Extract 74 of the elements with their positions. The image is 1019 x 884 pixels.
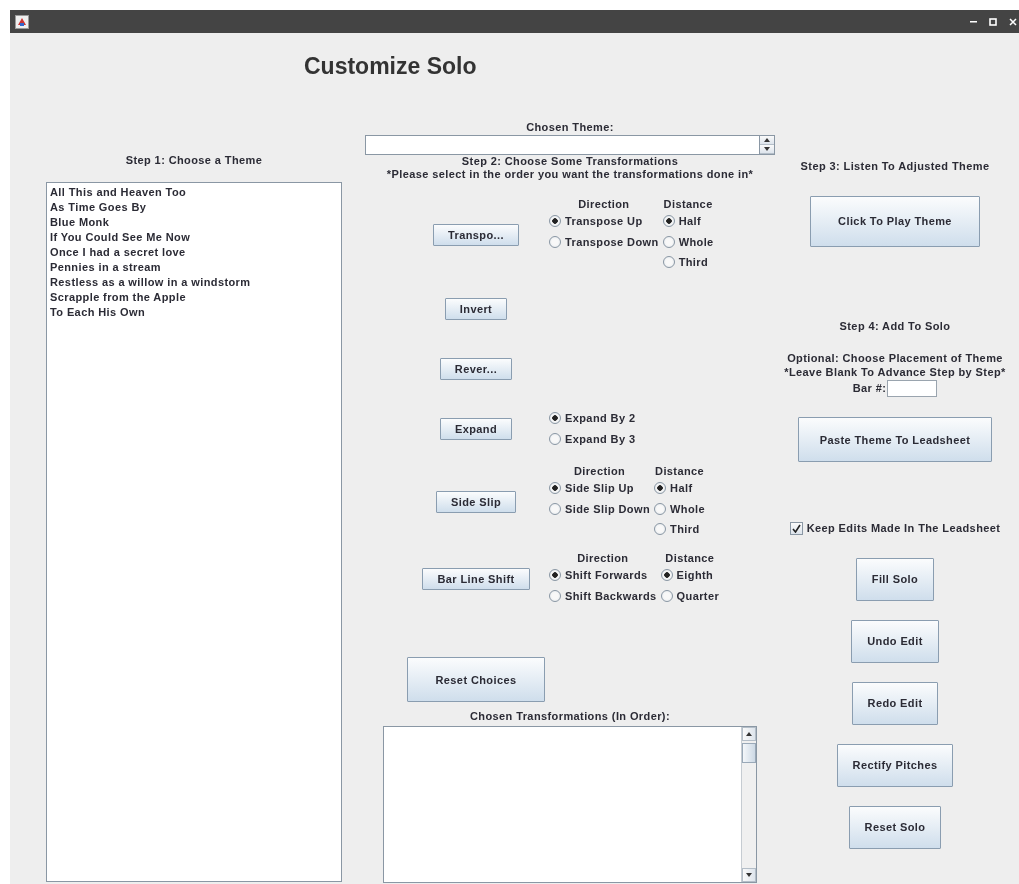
transformation-button[interactable]: Invert <box>444 297 508 320</box>
radio-option[interactable]: Whole <box>654 498 706 519</box>
radio-option[interactable]: Transpose Up <box>549 211 659 232</box>
radio-label: Expand By 3 <box>565 432 636 445</box>
transformation-button[interactable]: Side Slip <box>435 491 517 513</box>
theme-list-item[interactable]: Blue Monk <box>50 214 338 230</box>
reset-choices-button[interactable]: Reset Choices <box>407 657 545 702</box>
radio-option[interactable]: Third <box>662 252 714 273</box>
radio-label: Half <box>670 482 693 495</box>
group-heading: Direction <box>573 464 626 478</box>
group-heading: Direction <box>577 551 629 565</box>
theme-list-item[interactable]: To Each His Own <box>50 304 338 320</box>
radio-option[interactable]: Shift Forwards <box>549 565 657 586</box>
radio-option[interactable]: Expand By 2 <box>549 408 636 429</box>
theme-list-item[interactable]: Scrapple from the Apple <box>50 289 338 305</box>
radio-label: Transpose Up <box>565 215 643 228</box>
radio-label: Shift Backwards <box>565 589 657 602</box>
radio-label: Third <box>670 523 700 536</box>
radio-label: Shift Forwards <box>565 569 648 582</box>
play-theme-button[interactable]: Click To Play Theme <box>810 195 980 247</box>
field-label: Chosen Theme: <box>526 121 614 135</box>
radio-option[interactable]: Side Slip Down <box>549 498 651 519</box>
step-label: Step 2: Choose Some Transformations <box>461 154 679 168</box>
theme-list-item[interactable]: Once I had a secret love <box>50 244 338 260</box>
field-label: Chosen Transformations (In Order): <box>470 710 670 724</box>
radio-label: Eighth <box>676 569 714 582</box>
paste-theme-button[interactable]: Paste Theme To Leadsheet <box>798 417 992 462</box>
solo-action-button[interactable]: Undo Edit <box>851 619 939 663</box>
theme-list-item[interactable]: Restless as a willow in a windstorm <box>50 274 338 290</box>
field-label: Bar #: <box>852 381 887 396</box>
radio-label: Side Slip Up <box>565 482 634 495</box>
radio-option[interactable]: Eighth <box>660 565 720 586</box>
transformation-button[interactable]: Expand <box>439 417 513 440</box>
radio-label: Whole <box>678 235 714 248</box>
radio-label: Third <box>678 256 709 269</box>
checkbox-label: Keep Edits Made In The Leadsheet <box>806 522 1001 535</box>
step-label: Step 3: Listen To Adjusted Theme <box>800 160 990 174</box>
group-heading: Direction <box>578 197 630 211</box>
radio-label: Half <box>678 215 701 228</box>
solo-action-button[interactable]: Fill Solo <box>855 557 935 601</box>
radio-label: Quarter <box>676 589 720 602</box>
radio-label: Whole <box>670 502 706 515</box>
step-label: Step 4: Add To Solo <box>839 319 951 333</box>
transformation-button[interactable]: Rever... <box>439 357 513 380</box>
radio-option[interactable]: Half <box>662 211 714 232</box>
theme-list-item[interactable]: All This and Heaven Too <box>50 184 338 200</box>
radio-label: Transpose Down <box>565 235 659 248</box>
radio-label: Side Slip Down <box>565 502 651 515</box>
radio-option[interactable]: Quarter <box>660 585 720 606</box>
radio-option[interactable]: Half <box>654 478 706 499</box>
radio-option[interactable]: Side Slip Up <box>549 478 651 499</box>
solo-action-button[interactable]: Redo Edit <box>851 681 939 725</box>
radio-option[interactable]: Shift Backwards <box>549 585 657 606</box>
instruction-note: *Leave Blank To Advance Step by Step* <box>784 365 1006 379</box>
group-heading: Distance <box>665 551 715 565</box>
step-label: Step 1: Choose a Theme <box>125 154 263 168</box>
radio-label: Expand By 2 <box>565 412 636 425</box>
solo-action-button[interactable]: Rectify Pitches <box>836 743 954 787</box>
keep-edits-checkbox[interactable]: Keep Edits Made In The Leadsheet <box>789 518 1001 539</box>
instruction-label: Optional: Choose Placement of Theme <box>787 352 1003 366</box>
transformation-button[interactable]: Transpo... <box>433 224 519 246</box>
group-heading: Distance <box>663 197 713 211</box>
window-heading: Customize Solo <box>304 52 478 81</box>
radio-option[interactable]: Transpose Down <box>549 231 659 252</box>
radio-option[interactable]: Expand By 3 <box>549 428 636 449</box>
theme-list-item[interactable]: Pennies in a stream <box>50 259 338 275</box>
instruction-note: *Please select in the order you want the transformations done in* <box>386 168 754 182</box>
solo-action-button[interactable]: Reset Solo <box>848 805 942 849</box>
theme-list-item[interactable]: As Time Goes By <box>50 199 338 215</box>
theme-list-item[interactable]: If You Could See Me Now <box>50 229 338 245</box>
group-heading: Distance <box>655 464 705 478</box>
radio-option[interactable]: Whole <box>662 231 714 252</box>
radio-option[interactable]: Third <box>654 519 706 540</box>
transformation-button[interactable]: Bar Line Shift <box>422 567 530 590</box>
